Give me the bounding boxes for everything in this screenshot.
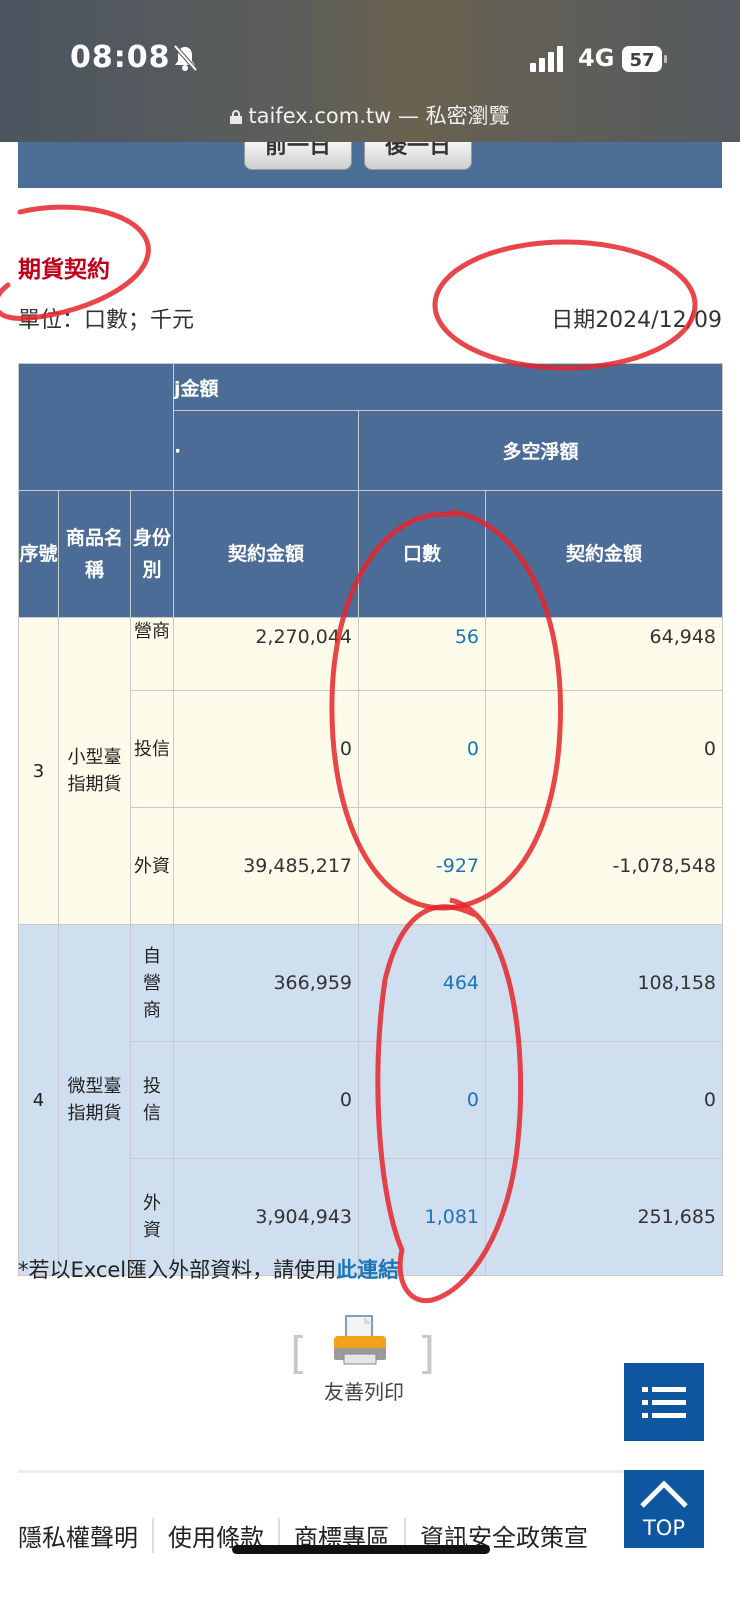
cell-lots[interactable]: 0 — [358, 1041, 487, 1159]
unit-label: 單位：口數；千元 — [18, 308, 195, 333]
table-row: 3 小型臺指期貨 營商 2,270,044 56 64,948 — [18, 617, 724, 925]
header-blank — [17, 363, 175, 491]
date-label: 日期2024/12/09 — [551, 308, 722, 333]
cell-lots[interactable]: 464 — [358, 924, 487, 1042]
col-identity: 身份別 — [129, 490, 175, 618]
url-text: taifex.com.tw — 私密瀏覽 — [248, 104, 510, 128]
signal-icon — [530, 46, 563, 72]
friendly-print-button[interactable]: [ ] 友善列印 — [290, 1315, 436, 1404]
cell-net-amount: 251,685 — [485, 1158, 724, 1276]
row-identity: 營商 — [129, 617, 175, 691]
print-bracket-right: ] — [418, 1328, 436, 1379]
row-identity: 投信 — [129, 690, 175, 808]
excel-link[interactable]: 此連結 — [336, 1258, 399, 1282]
battery-level: 57 — [629, 50, 654, 71]
col-contract-amount: 契約金額 — [173, 490, 360, 618]
lock-icon — [230, 110, 243, 124]
cell-contract-amount: 0 — [173, 1041, 360, 1159]
cell-contract-amount: 2,270,044 — [173, 617, 360, 691]
chevron-up-icon — [640, 1480, 688, 1508]
futures-table: j金額 · 多空淨額 序號 商品名稱 身份別 契約金額 口數 契約金額 3 小型… — [17, 363, 724, 1276]
cell-net-amount: 0 — [485, 1041, 724, 1159]
col-lots: 口數 — [358, 490, 487, 618]
cell-net-amount: 64,948 — [485, 617, 724, 691]
excel-note: *若以Excel匯入外部資料，請使用此連結 — [18, 1254, 399, 1284]
row-product: 微型臺指期貨 — [58, 924, 131, 1276]
header-left-sub: · — [173, 410, 360, 491]
content-card-edge — [18, 1425, 658, 1473]
cell-contract-amount: 39,485,217 — [173, 807, 360, 925]
group-header: j金額 — [173, 363, 724, 411]
cell-net-amount: 108,158 — [485, 924, 724, 1042]
cell-net-amount: 0 — [485, 690, 724, 808]
header-net-amount: 多空淨額 — [358, 410, 724, 491]
row-product: 小型臺指期貨 — [58, 617, 131, 925]
cell-lots[interactable]: -927 — [358, 807, 487, 925]
row-index: 3 — [18, 617, 59, 925]
silent-bell-icon — [173, 44, 198, 72]
clock: 08:08 — [70, 40, 171, 75]
battery-icon: 57 — [622, 46, 667, 72]
printer-icon — [334, 1315, 386, 1365]
excel-note-text: *若以Excel匯入外部資料，請使用 — [18, 1258, 337, 1282]
status-bar: 08:08 4G 57 taifex.com.tw — 私密瀏覽 — [0, 0, 740, 142]
cell-lots[interactable]: 56 — [358, 617, 487, 691]
cell-contract-amount: 366,959 — [173, 924, 360, 1042]
footer-link-privacy[interactable]: 隱私權聲明 — [18, 1518, 154, 1553]
col-index: 序號 — [18, 490, 59, 618]
prev-day-button[interactable]: 前一日 — [244, 142, 352, 170]
address-bar[interactable]: taifex.com.tw — 私密瀏覽 — [0, 100, 740, 130]
row-index: 4 — [18, 924, 59, 1276]
row-identity: 投信 — [129, 1041, 175, 1159]
table-row: 4 微型臺指期貨 自營商 366,959 464 108,158 — [18, 924, 724, 1276]
col-product: 商品名稱 — [58, 490, 131, 618]
network-type: 4G — [578, 44, 615, 72]
list-icon — [642, 1387, 686, 1418]
home-indicator — [232, 1545, 490, 1554]
menu-button[interactable] — [624, 1363, 704, 1441]
print-bracket-left: [ — [290, 1328, 308, 1379]
row-identity: 自營商 — [129, 924, 175, 1042]
cell-lots[interactable]: 0 — [358, 690, 487, 808]
next-day-button[interactable]: 後一日 — [364, 142, 472, 170]
section-title: 期貨契約 — [18, 257, 110, 283]
cell-net-amount: -1,078,548 — [485, 807, 724, 925]
col-net-contract-amount: 契約金額 — [485, 490, 724, 618]
cell-contract-amount: 0 — [173, 690, 360, 808]
row-identity: 外資 — [129, 807, 175, 925]
print-label: 友善列印 — [324, 1380, 404, 1404]
